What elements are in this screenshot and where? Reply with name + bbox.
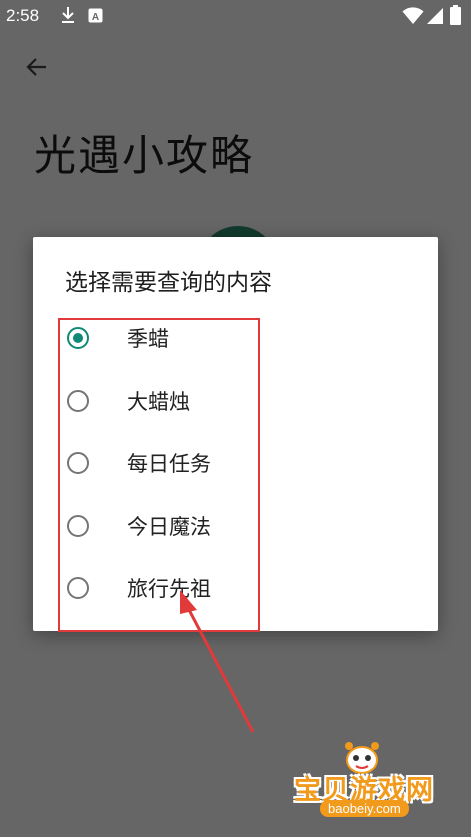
screen: 2:58 A 光遇小攻略 选择需要查询的内容 季蜡 大蜡烛 每日任务 今日魔法 … bbox=[0, 0, 471, 837]
watermark-url: baobeiy.com bbox=[320, 800, 409, 817]
watermark-logo: 宝贝游戏网 baobeiy.com bbox=[290, 740, 450, 830]
annotation-arrow-icon bbox=[180, 590, 255, 733]
